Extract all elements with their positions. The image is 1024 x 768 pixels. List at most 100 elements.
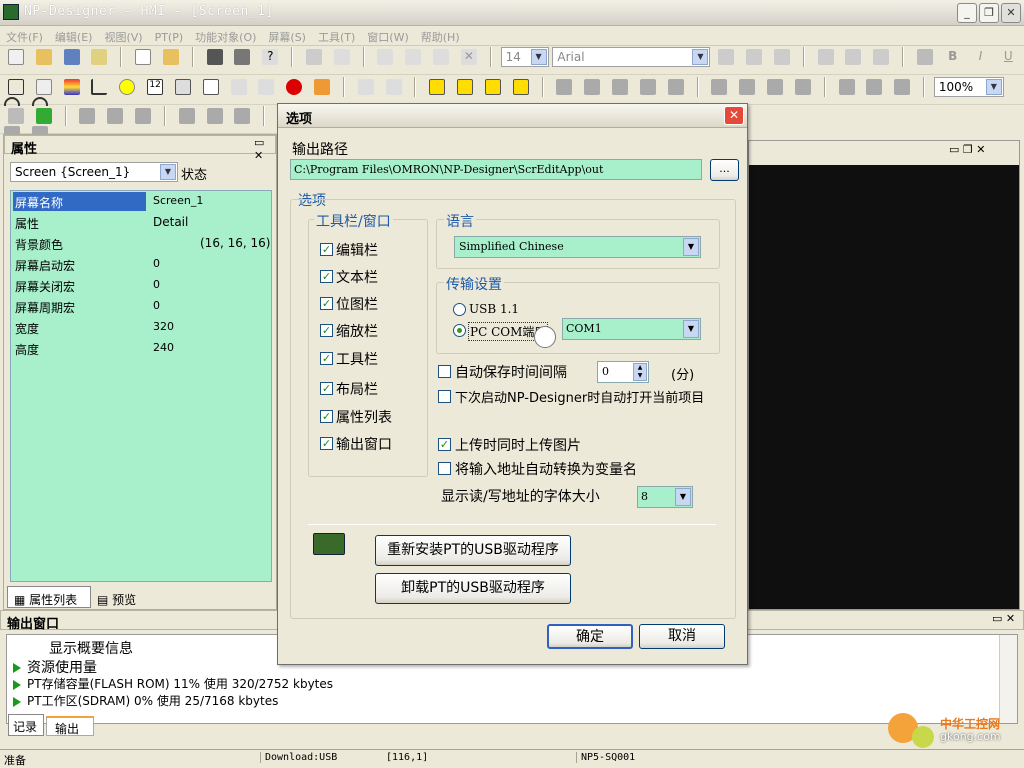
redo-icon[interactable]	[333, 49, 350, 65]
copy-icon[interactable]	[405, 49, 422, 65]
toolbar-item-checkbox[interactable]: ✓	[320, 243, 333, 256]
menu-item[interactable]: 视图(V)	[98, 26, 148, 45]
italic-icon[interactable]: I	[973, 49, 989, 65]
lamp-icon[interactable]	[119, 79, 136, 95]
forward-icon[interactable]	[484, 79, 501, 95]
browse-button[interactable]: ...	[710, 159, 739, 181]
toolbar-item-checkbox[interactable]: ✓	[320, 410, 333, 423]
trend-icon[interactable]	[230, 79, 247, 95]
panel-close-icon[interactable]: ▭ ✕	[254, 136, 276, 162]
valign-bottom-icon[interactable]	[873, 49, 890, 65]
pccom-radio[interactable]	[453, 324, 466, 337]
reinstall-driver-button[interactable]: 重新安装PT的USB驱动程序	[375, 535, 571, 566]
autosave-spinner[interactable]: 0 ▲ ▼	[597, 361, 649, 383]
menu-item[interactable]: 帮助(H)	[415, 26, 466, 45]
same-height-icon[interactable]	[794, 79, 811, 95]
output-scrollbar[interactable]	[999, 635, 1017, 723]
property-row[interactable]: 屏幕周期宏 0	[11, 296, 273, 317]
zoom-combo[interactable]: 100% ▼	[933, 77, 1004, 97]
property-row[interactable]: 宽度 320	[11, 317, 273, 338]
bold-icon[interactable]: B	[945, 49, 961, 65]
open-screen-icon[interactable]	[162, 49, 179, 65]
restore-button[interactable]: ❐	[979, 3, 999, 23]
rectangle-icon[interactable]	[8, 79, 24, 95]
align-objects-top-icon[interactable]	[639, 79, 656, 95]
backward-icon[interactable]	[512, 79, 529, 95]
align-center-icon[interactable]	[746, 49, 763, 65]
align-objects-right-icon[interactable]	[612, 79, 629, 95]
center-both-icon[interactable]	[894, 79, 911, 95]
com-port-select[interactable]: COM1 ▼	[562, 318, 701, 340]
output-path-field[interactable]: C:\Program Files\OMRON\NP-Designer\ScrEd…	[290, 159, 702, 180]
tab-log[interactable]: 记录	[8, 714, 44, 736]
numeric-icon[interactable]: 12	[147, 79, 164, 95]
align-objects-left-icon[interactable]	[556, 79, 573, 95]
send-back-icon[interactable]	[457, 79, 474, 95]
group-icon[interactable]	[357, 79, 374, 95]
tab-output[interactable]: 输出	[46, 716, 94, 736]
line-icon[interactable]	[35, 79, 52, 95]
property-row[interactable]: 屏幕关闭宏 0	[11, 275, 273, 296]
font-name-combo[interactable]: Arial ▼	[552, 47, 711, 67]
language-select[interactable]: Simplified Chinese ▼	[454, 236, 701, 258]
tool-f-icon[interactable]	[234, 108, 251, 124]
property-row[interactable]: 屏幕名称 Screen_1	[11, 191, 273, 212]
object-icon[interactable]	[314, 79, 331, 95]
same-width-icon[interactable]	[767, 79, 784, 95]
align-right-icon[interactable]	[773, 49, 790, 65]
delete-icon[interactable]: ✕	[460, 49, 477, 65]
open-icon[interactable]	[35, 49, 52, 65]
property-row[interactable]: 屏幕启动宏 0	[11, 254, 273, 275]
print-icon[interactable]	[234, 49, 251, 65]
align-objects-bottom-icon[interactable]	[667, 79, 684, 95]
ungroup-icon[interactable]	[385, 79, 402, 95]
tab-property-list[interactable]: ▦ 属性列表	[7, 586, 91, 608]
toolbar-item-checkbox[interactable]: ✓	[320, 270, 333, 283]
new-icon[interactable]	[8, 49, 24, 65]
toolbar-item-checkbox[interactable]: ✓	[320, 437, 333, 450]
valign-top-icon[interactable]	[817, 49, 834, 65]
bring-front-icon[interactable]	[429, 79, 446, 95]
usb-radio[interactable]	[453, 303, 466, 316]
record-icon[interactable]	[286, 79, 303, 95]
tool-d-icon[interactable]	[178, 108, 195, 124]
toolbar-item-checkbox[interactable]: ✓	[320, 324, 333, 337]
close-button[interactable]: ✕	[1001, 3, 1021, 23]
property-row[interactable]: 高度 240	[11, 338, 273, 359]
screen-canvas[interactable]	[749, 165, 1019, 609]
menu-item[interactable]: 文件(F)	[0, 26, 49, 45]
tool-c-icon[interactable]	[135, 108, 152, 124]
date-icon[interactable]	[202, 79, 219, 95]
bar-icon[interactable]	[63, 79, 80, 95]
menu-item[interactable]: 工具(T)	[312, 26, 361, 45]
toolbar-item-checkbox[interactable]: ✓	[320, 352, 333, 365]
property-row[interactable]: 属性 Detail	[11, 212, 273, 233]
undo-icon[interactable]	[305, 49, 322, 65]
pointer-icon[interactable]	[35, 108, 52, 124]
tool-a-icon[interactable]	[79, 108, 96, 124]
uninstall-driver-button[interactable]: 卸载PT的USB驱动程序	[375, 573, 571, 604]
underline-icon[interactable]: U	[1000, 49, 1016, 65]
string-icon[interactable]	[174, 79, 191, 95]
distribute-v-icon[interactable]	[739, 79, 756, 95]
help-icon[interactable]: ?	[262, 49, 279, 65]
paste-icon[interactable]	[433, 49, 450, 65]
property-row[interactable]: 背景颜色 (16, 16, 16)	[11, 233, 273, 254]
new-screen-icon[interactable]	[135, 49, 152, 65]
font-size-combo[interactable]: 14 ▼	[500, 47, 549, 67]
center-v-icon[interactable]	[866, 79, 883, 95]
tool-e-icon[interactable]	[206, 108, 223, 124]
open-last-checkbox[interactable]	[438, 390, 451, 403]
save-icon[interactable]	[63, 49, 80, 65]
auto-var-checkbox[interactable]	[438, 462, 451, 475]
find-icon[interactable]	[206, 49, 223, 65]
upload-image-checkbox[interactable]: ✓	[438, 438, 451, 451]
menu-item[interactable]: 编辑(E)	[49, 26, 99, 45]
toolbar-item-checkbox[interactable]: ✓	[320, 382, 333, 395]
export-icon[interactable]	[91, 49, 108, 65]
menu-item[interactable]: 屏幕(S)	[262, 26, 312, 45]
distribute-h-icon[interactable]	[711, 79, 728, 95]
toolbar-item-checkbox[interactable]: ✓	[320, 297, 333, 310]
output-close-icon[interactable]: ▭ ✕	[992, 612, 1015, 625]
screen-window-controls[interactable]: ▭ ❐ ✕	[949, 143, 985, 156]
